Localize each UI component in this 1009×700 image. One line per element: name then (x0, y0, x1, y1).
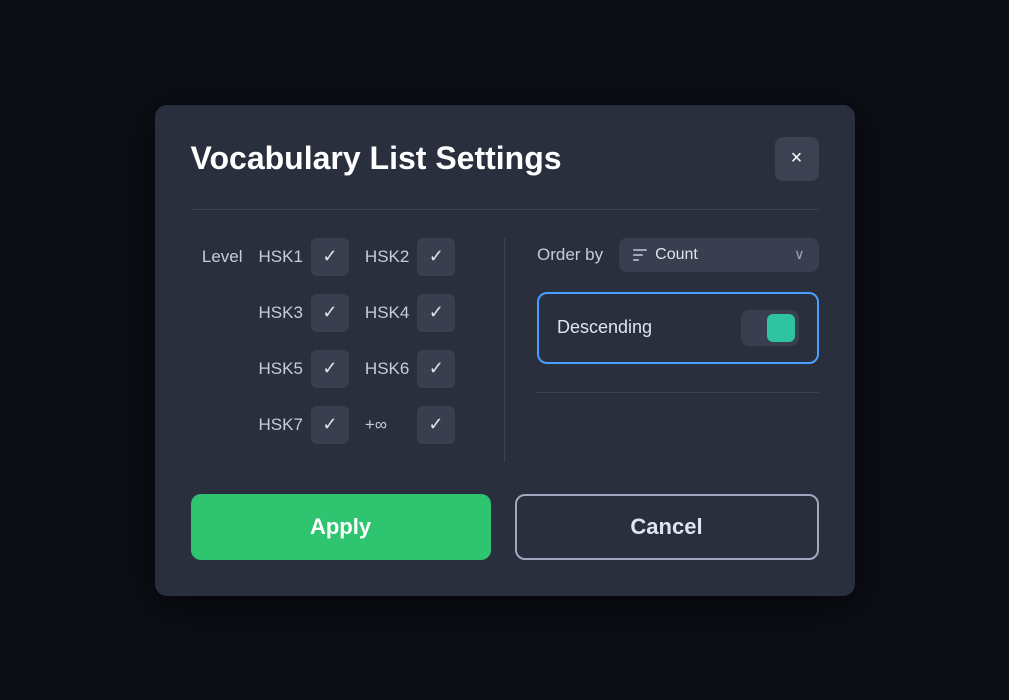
dialog: Vocabulary List Settings × Level HSK1 ✓ … (155, 105, 855, 596)
dialog-body: Level HSK1 ✓ HSK2 ✓ HSK3 ✓ HSK4 (191, 238, 819, 462)
hsk5-label: HSK5 (259, 359, 303, 379)
order-select-inner: Count (633, 246, 698, 264)
hsk3-checkbox[interactable]: ✓ (311, 294, 349, 332)
hsk-row-3: HSK5 ✓ HSK6 ✓ (191, 350, 473, 388)
hsk3-label: HSK3 (259, 303, 303, 323)
hsk4-label: HSK4 (365, 303, 409, 323)
hsk2-item: HSK2 ✓ (365, 238, 455, 276)
order-row: Order by Count ∨ (537, 238, 819, 272)
toggle-knob (767, 314, 795, 342)
hsk5-item: HSK5 ✓ (259, 350, 349, 388)
chevron-down-icon: ∨ (794, 246, 804, 263)
dialog-footer: Apply Cancel (191, 494, 819, 560)
list-icon (633, 249, 647, 261)
order-select-dropdown[interactable]: Count ∨ (619, 238, 818, 272)
hsk-row-2: HSK3 ✓ HSK4 ✓ (191, 294, 473, 332)
hsk-row-4: HSK7 ✓ +∞ ✓ (191, 406, 473, 444)
left-panel: Level HSK1 ✓ HSK2 ✓ HSK3 ✓ HSK4 (191, 238, 506, 462)
hsk5-checkbox[interactable]: ✓ (311, 350, 349, 388)
order-by-label: Order by (537, 245, 603, 265)
hsk-row-1: Level HSK1 ✓ HSK2 ✓ (191, 238, 473, 276)
hsk6-label: HSK6 (365, 359, 409, 379)
cancel-button[interactable]: Cancel (515, 494, 819, 560)
hsk2-label: HSK2 (365, 247, 409, 267)
close-button[interactable]: × (775, 137, 819, 181)
hsk2-checkbox[interactable]: ✓ (417, 238, 455, 276)
hsk4-checkbox[interactable]: ✓ (417, 294, 455, 332)
right-panel: Order by Count ∨ Descending (505, 238, 819, 462)
hsk6-checkbox[interactable]: ✓ (417, 350, 455, 388)
descending-label: Descending (557, 317, 652, 338)
dialog-title: Vocabulary List Settings (191, 140, 562, 177)
right-panel-divider (537, 392, 819, 393)
hsk-inf-label: +∞ (365, 415, 409, 435)
descending-toggle[interactable] (741, 310, 799, 346)
hsk3-item: HSK3 ✓ (259, 294, 349, 332)
hsk1-item: HSK1 ✓ (259, 238, 349, 276)
level-label: Level (191, 247, 243, 267)
hsk6-item: HSK6 ✓ (365, 350, 455, 388)
hsk7-item: HSK7 ✓ (259, 406, 349, 444)
hsk1-checkbox[interactable]: ✓ (311, 238, 349, 276)
apply-button[interactable]: Apply (191, 494, 491, 560)
header-divider (191, 209, 819, 210)
close-icon: × (791, 147, 803, 170)
order-select-value: Count (655, 246, 698, 264)
hsk-inf-checkbox[interactable]: ✓ (417, 406, 455, 444)
descending-box: Descending (537, 292, 819, 364)
hsk7-checkbox[interactable]: ✓ (311, 406, 349, 444)
dialog-header: Vocabulary List Settings × (191, 137, 819, 181)
hsk-inf-item: +∞ ✓ (365, 406, 455, 444)
hsk4-item: HSK4 ✓ (365, 294, 455, 332)
hsk1-label: HSK1 (259, 247, 303, 267)
hsk7-label: HSK7 (259, 415, 303, 435)
